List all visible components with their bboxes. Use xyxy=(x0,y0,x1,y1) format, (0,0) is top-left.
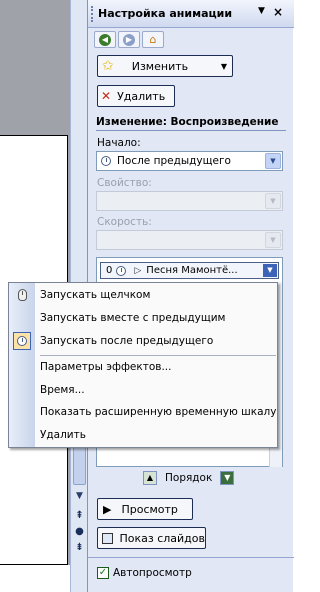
reorder-label: Порядок xyxy=(165,472,213,484)
pane-menu-chevron-down-icon[interactable]: ▼ xyxy=(258,6,265,16)
slideshow-icon xyxy=(102,532,114,544)
pane-navigation: ◀ ▶ ⌂ xyxy=(94,31,164,49)
chevron-down-icon: ▼ xyxy=(265,193,281,209)
effect-list-item[interactable]: 0 ▷ Песня Мамонтё... ▼ xyxy=(100,262,279,279)
speed-label: Скорость: xyxy=(97,216,152,228)
select-browse-object-icon[interactable]: ● xyxy=(72,524,87,540)
preview-label: Просмотр xyxy=(121,502,178,516)
effect-name: Песня Мамонтё... xyxy=(146,265,238,276)
menu-item-start-after-previous[interactable]: Запускать после предыдущего xyxy=(40,330,213,352)
move-up-arrow-icon[interactable]: ▲ xyxy=(143,471,157,485)
effect-index: 0 xyxy=(106,265,113,276)
pane-close-icon[interactable]: × xyxy=(273,5,283,19)
chevron-down-icon: ▼ xyxy=(265,232,281,248)
pane-title: Настройка анимации xyxy=(98,7,233,20)
back-button[interactable]: ◀ xyxy=(94,31,116,48)
start-label: Начало: xyxy=(97,137,141,149)
forward-arrow-icon: ▶ xyxy=(123,33,135,46)
slideshow-button[interactable]: Показ слайдов xyxy=(97,527,206,549)
mouse-icon xyxy=(13,286,31,304)
home-button[interactable]: ⌂ xyxy=(142,31,164,48)
start-select[interactable]: После предыдущего ▼ xyxy=(96,151,283,171)
play-icon: ▶ xyxy=(103,502,112,516)
change-effect-button[interactable]: ✩ Изменить ▼ xyxy=(97,55,233,77)
pane-header: Настройка анимации ▼ × xyxy=(88,0,294,28)
reorder-controls: ▲ Порядок ▼ xyxy=(143,470,235,486)
property-label: Свойство: xyxy=(97,177,152,189)
change-effect-label: Изменить xyxy=(131,59,189,73)
chevron-down-icon[interactable]: ▼ xyxy=(265,153,281,169)
slideshow-label: Показ слайдов xyxy=(119,531,205,545)
delete-effect-label: Удалить xyxy=(117,89,166,103)
clock-icon xyxy=(13,332,31,350)
preview-button[interactable]: ▶ Просмотр xyxy=(97,498,193,520)
scroll-down-arrow-icon[interactable]: ▼ xyxy=(72,488,87,505)
menu-item-effect-options[interactable]: Параметры эффектов... xyxy=(40,356,171,378)
chevron-down-icon: ▼ xyxy=(220,61,227,71)
previous-slide-icon[interactable]: ⇞ xyxy=(72,508,87,524)
delete-icon: ✕ xyxy=(101,89,112,103)
back-arrow-icon: ◀ xyxy=(99,33,111,46)
effect-context-menu: Запускать щелчком Запускать вместе с пре… xyxy=(8,282,278,448)
property-select: ▼ xyxy=(96,191,283,211)
editor-status-area xyxy=(0,565,70,592)
pane-grip-icon[interactable] xyxy=(91,6,94,22)
delete-effect-button[interactable]: ✕ Удалить xyxy=(97,85,175,107)
section-title: Изменение: Воспроизведение xyxy=(96,116,279,128)
menu-item-show-advanced-timeline[interactable]: Показать расширенную временную шкалу xyxy=(40,401,276,423)
move-down-arrow-icon[interactable]: ▼ xyxy=(220,471,235,485)
checkmark-icon[interactable]: ✓ xyxy=(97,567,109,579)
speed-select: ▼ xyxy=(96,230,283,250)
clock-icon xyxy=(101,156,111,166)
menu-icon-strip xyxy=(9,283,35,447)
forward-button[interactable]: ▶ xyxy=(118,31,140,48)
play-icon: ▷ xyxy=(134,265,142,276)
section-divider xyxy=(96,130,286,131)
star-icon: ✩ xyxy=(102,58,114,74)
start-select-value: После предыдущего xyxy=(117,155,231,167)
menu-item-remove[interactable]: Удалить xyxy=(40,424,86,446)
menu-item-timing[interactable]: Время... xyxy=(40,379,85,401)
menu-item-start-on-click[interactable]: Запускать щелчком xyxy=(40,284,150,306)
clock-icon xyxy=(116,265,127,276)
home-icon: ⌂ xyxy=(149,33,157,46)
pane-divider xyxy=(88,557,294,558)
chevron-down-icon[interactable]: ▼ xyxy=(263,264,277,277)
autopreview-checkbox[interactable]: ✓ Автопросмотр xyxy=(97,567,192,579)
autopreview-label: Автопросмотр xyxy=(113,567,192,579)
menu-item-start-with-previous[interactable]: Запускать вместе с предыдущим xyxy=(40,307,225,329)
next-slide-icon[interactable]: ⇟ xyxy=(72,540,87,556)
